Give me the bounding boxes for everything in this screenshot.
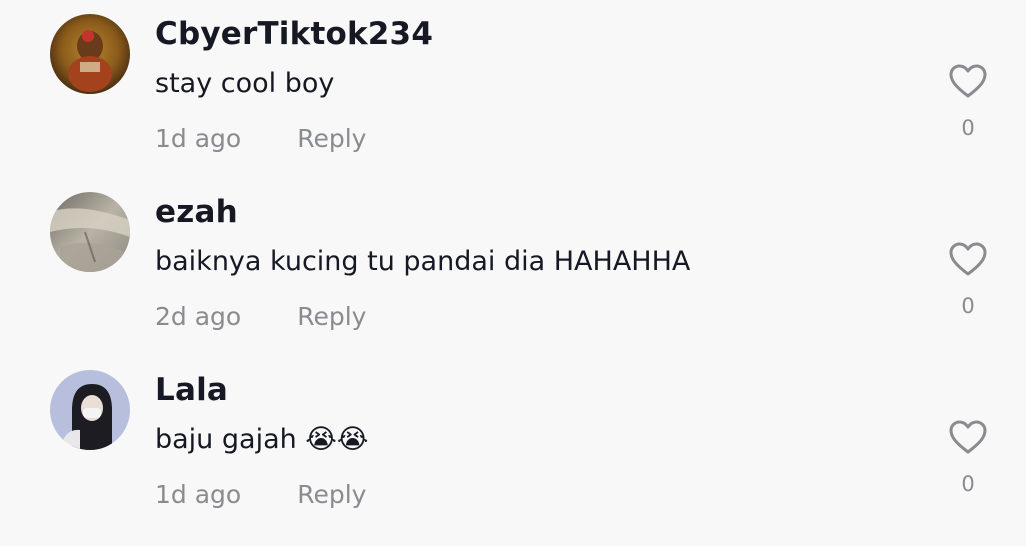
comment-text: baju gajah 😭😭 xyxy=(155,424,369,455)
reply-button[interactable]: Reply xyxy=(297,124,366,153)
comment-list: CbyerTiktok234 stay cool boy 1d ago Repl… xyxy=(0,0,1026,546)
comment-username[interactable]: Lala xyxy=(155,372,228,408)
comment-timestamp: 1d ago xyxy=(155,480,242,509)
comment-item: ezah baiknya kucing tu pandai dia HAHAHH… xyxy=(0,178,1026,356)
comment-meta: 1d ago Reply xyxy=(155,124,366,153)
like-count: 0 xyxy=(961,472,975,496)
avatar-image xyxy=(50,370,130,450)
like-count: 0 xyxy=(961,116,975,140)
reply-button[interactable]: Reply xyxy=(297,480,366,509)
heart-outline-icon xyxy=(949,420,987,454)
comment-username[interactable]: ezah xyxy=(155,194,238,230)
comment-text: stay cool boy xyxy=(155,68,335,99)
comment-timestamp: 1d ago xyxy=(155,124,242,153)
comment-meta: 1d ago Reply xyxy=(155,480,366,509)
avatar[interactable] xyxy=(50,14,130,94)
comment-meta: 2d ago Reply xyxy=(155,302,366,331)
heart-outline-icon xyxy=(949,242,987,276)
avatar[interactable] xyxy=(50,370,130,450)
avatar-image xyxy=(50,14,130,94)
heart-outline-icon xyxy=(949,64,987,98)
comment-timestamp: 2d ago xyxy=(155,302,242,331)
like-count: 0 xyxy=(961,294,975,318)
comment-text: baiknya kucing tu pandai dia HAHAHHA xyxy=(155,246,691,277)
avatar[interactable] xyxy=(50,192,130,272)
reply-button[interactable]: Reply xyxy=(297,302,366,331)
like-button[interactable] xyxy=(948,240,988,280)
comment-username[interactable]: CbyerTiktok234 xyxy=(155,16,433,52)
avatar-image xyxy=(50,192,130,272)
like-button[interactable] xyxy=(948,418,988,458)
like-button[interactable] xyxy=(948,62,988,102)
comment-item: CbyerTiktok234 stay cool boy 1d ago Repl… xyxy=(0,0,1026,178)
comment-item: Lala baju gajah 😭😭 1d ago Reply 0 xyxy=(0,356,1026,534)
